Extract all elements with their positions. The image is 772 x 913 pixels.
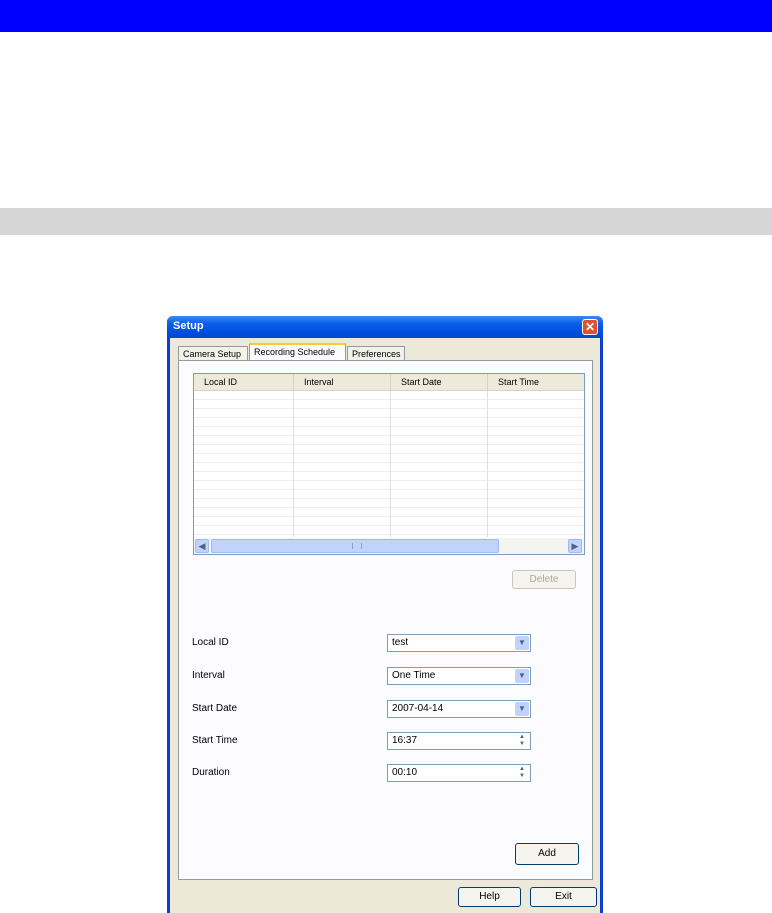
column-divider — [293, 391, 294, 537]
start-date-picker[interactable]: 2007-04-14 ▼ — [387, 700, 531, 718]
tab-camera-setup[interactable]: Camera Setup — [178, 346, 248, 360]
duration-label: Duration — [192, 767, 230, 778]
start-date-value: 2007-04-14 — [392, 703, 444, 714]
add-button[interactable]: Add — [515, 843, 579, 865]
chevron-down-icon[interactable]: ▼ — [515, 636, 529, 650]
schedule-list[interactable]: Local ID Interval Start Date Start Time … — [193, 373, 585, 555]
exit-button[interactable]: Exit — [530, 887, 597, 907]
start-date-label: Start Date — [192, 703, 238, 714]
recording-schedule-panel: Local ID Interval Start Date Start Time … — [178, 360, 593, 880]
tab-recording-schedule[interactable]: Recording Schedule — [249, 343, 346, 361]
schedule-list-header: Local ID Interval Start Date Start Time — [194, 374, 584, 391]
setup-dialog: Setup ✕ Camera Setup Recording Schedule … — [167, 316, 603, 913]
column-divider — [487, 391, 488, 537]
chevron-down-icon[interactable]: ▼ — [515, 702, 529, 716]
start-time-label: Start Time — [192, 735, 238, 746]
dialog-titlebar[interactable]: Setup ✕ — [167, 316, 603, 338]
interval-value: One Time — [392, 670, 436, 681]
chevron-left-icon[interactable]: ◀ — [195, 539, 209, 553]
delete-button[interactable]: Delete — [512, 570, 576, 589]
chevron-down-icon[interactable]: ▼ — [515, 669, 529, 683]
duration-value: 00:10 — [392, 767, 418, 778]
chevron-right-icon[interactable]: ▶ — [568, 539, 582, 553]
section-divider-bar — [0, 208, 772, 235]
dialog-client-area: Camera Setup Recording Schedule Preferen… — [170, 338, 600, 913]
local-id-dropdown[interactable]: test ▼ — [387, 634, 531, 652]
duration-spinner[interactable]: 00:10 ▲ ▼ — [387, 764, 531, 782]
tab-preferences[interactable]: Preferences — [347, 346, 405, 360]
column-header-start-date[interactable]: Start Date — [391, 374, 488, 390]
local-id-label: Local ID — [192, 637, 229, 648]
local-id-value: test — [392, 637, 409, 648]
close-button[interactable]: ✕ — [582, 319, 598, 335]
column-header-local-id[interactable]: Local ID — [194, 374, 294, 390]
help-button[interactable]: Help — [458, 887, 521, 907]
start-time-value: 16:37 — [392, 735, 418, 746]
start-time-spinner[interactable]: 16:37 ▲ ▼ — [387, 732, 531, 750]
interval-dropdown[interactable]: One Time ▼ — [387, 667, 531, 685]
scroll-thumb[interactable] — [211, 539, 499, 553]
spinner-icon[interactable]: ▲ ▼ — [515, 766, 529, 780]
column-header-interval[interactable]: Interval — [294, 374, 391, 390]
column-header-start-time[interactable]: Start Time — [488, 374, 584, 390]
interval-label: Interval — [192, 670, 225, 681]
dialog-title: Setup — [173, 320, 204, 332]
horizontal-scrollbar[interactable]: ◀ ▶ — [194, 538, 584, 554]
column-divider — [390, 391, 391, 537]
spinner-icon[interactable]: ▲ ▼ — [515, 734, 529, 748]
close-icon: ✕ — [584, 320, 596, 334]
page-header-bar — [0, 0, 772, 32]
scroll-grip — [352, 543, 362, 549]
